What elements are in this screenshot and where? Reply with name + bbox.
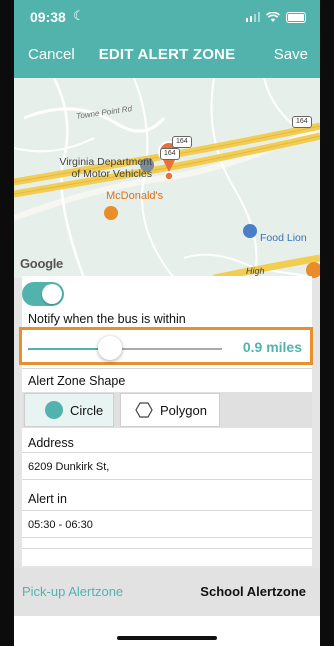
- phone-frame: 09:38 ☾ Cancel EDIT ALERT ZONE Save Town…: [0, 0, 334, 646]
- shape-polygon-button[interactable]: Polygon: [120, 393, 220, 427]
- status-time: 09:38: [30, 9, 66, 25]
- battery-icon: [286, 11, 306, 23]
- home-indicator-area: [14, 616, 320, 646]
- shape-polygon-label: Polygon: [160, 402, 207, 418]
- tab-bar: Pick-up Alertzone School Alertzone: [14, 568, 320, 616]
- map-label-mcdonalds: McDonald's: [106, 190, 164, 202]
- route-shield: 164: [292, 116, 312, 128]
- shape-label: Alert Zone Shape: [28, 374, 126, 388]
- divider: [22, 368, 312, 369]
- notify-label: Notify when the bus is within: [28, 312, 186, 326]
- signal-icon: [245, 12, 260, 22]
- tab-pickup-alertzone[interactable]: Pick-up Alertzone: [22, 584, 123, 599]
- shape-selector: Circle Polygon: [22, 392, 312, 428]
- map-label-high: High: [246, 266, 265, 276]
- slider-track-empty: [122, 348, 222, 350]
- radius-slider-highlight: 0.9 miles: [19, 327, 313, 365]
- status-bar: 09:38 ☾: [14, 0, 320, 34]
- map-view[interactable]: Towne Point Rd 164 164 164 Virginia Depa…: [14, 78, 320, 278]
- wifi-icon: [266, 11, 280, 22]
- map-label-dmv: Virginia Department of Motor Vehicles: [59, 156, 152, 180]
- hexagon-icon: [135, 402, 153, 418]
- radius-value: 0.9 miles: [242, 339, 302, 355]
- google-logo: Google: [20, 256, 63, 271]
- circle-icon: [45, 401, 63, 419]
- address-field[interactable]: 6209 Dunkirk St,: [22, 452, 312, 480]
- alert-in-label: Alert in: [28, 492, 67, 506]
- radius-slider-thumb[interactable]: [98, 336, 122, 360]
- screen: 09:38 ☾ Cancel EDIT ALERT ZONE Save Town…: [14, 0, 320, 646]
- shape-circle-button[interactable]: Circle: [24, 393, 114, 427]
- alert-time-field[interactable]: 05:30 - 06:30: [22, 510, 312, 538]
- tab-school-alertzone[interactable]: School Alertzone: [200, 584, 306, 599]
- shape-circle-label: Circle: [70, 402, 104, 418]
- save-button[interactable]: Save: [274, 46, 308, 63]
- route-shield: 164: [172, 136, 192, 148]
- status-icons: [245, 10, 306, 24]
- slider-track-filled: [28, 348, 108, 350]
- alert-toggle[interactable]: [22, 282, 64, 306]
- alert-zone-form: Notify when the bus is within 0.9 miles …: [19, 276, 313, 566]
- toggle-knob: [42, 284, 62, 304]
- home-indicator[interactable]: [117, 636, 217, 640]
- navigation-bar: Cancel EDIT ALERT ZONE Save: [14, 34, 320, 78]
- divider: [22, 548, 312, 549]
- moon-icon: ☾: [73, 8, 85, 23]
- map-label-food-lion: Food Lion: [260, 232, 307, 244]
- address-label: Address: [28, 436, 74, 450]
- route-shield: 164: [160, 148, 180, 160]
